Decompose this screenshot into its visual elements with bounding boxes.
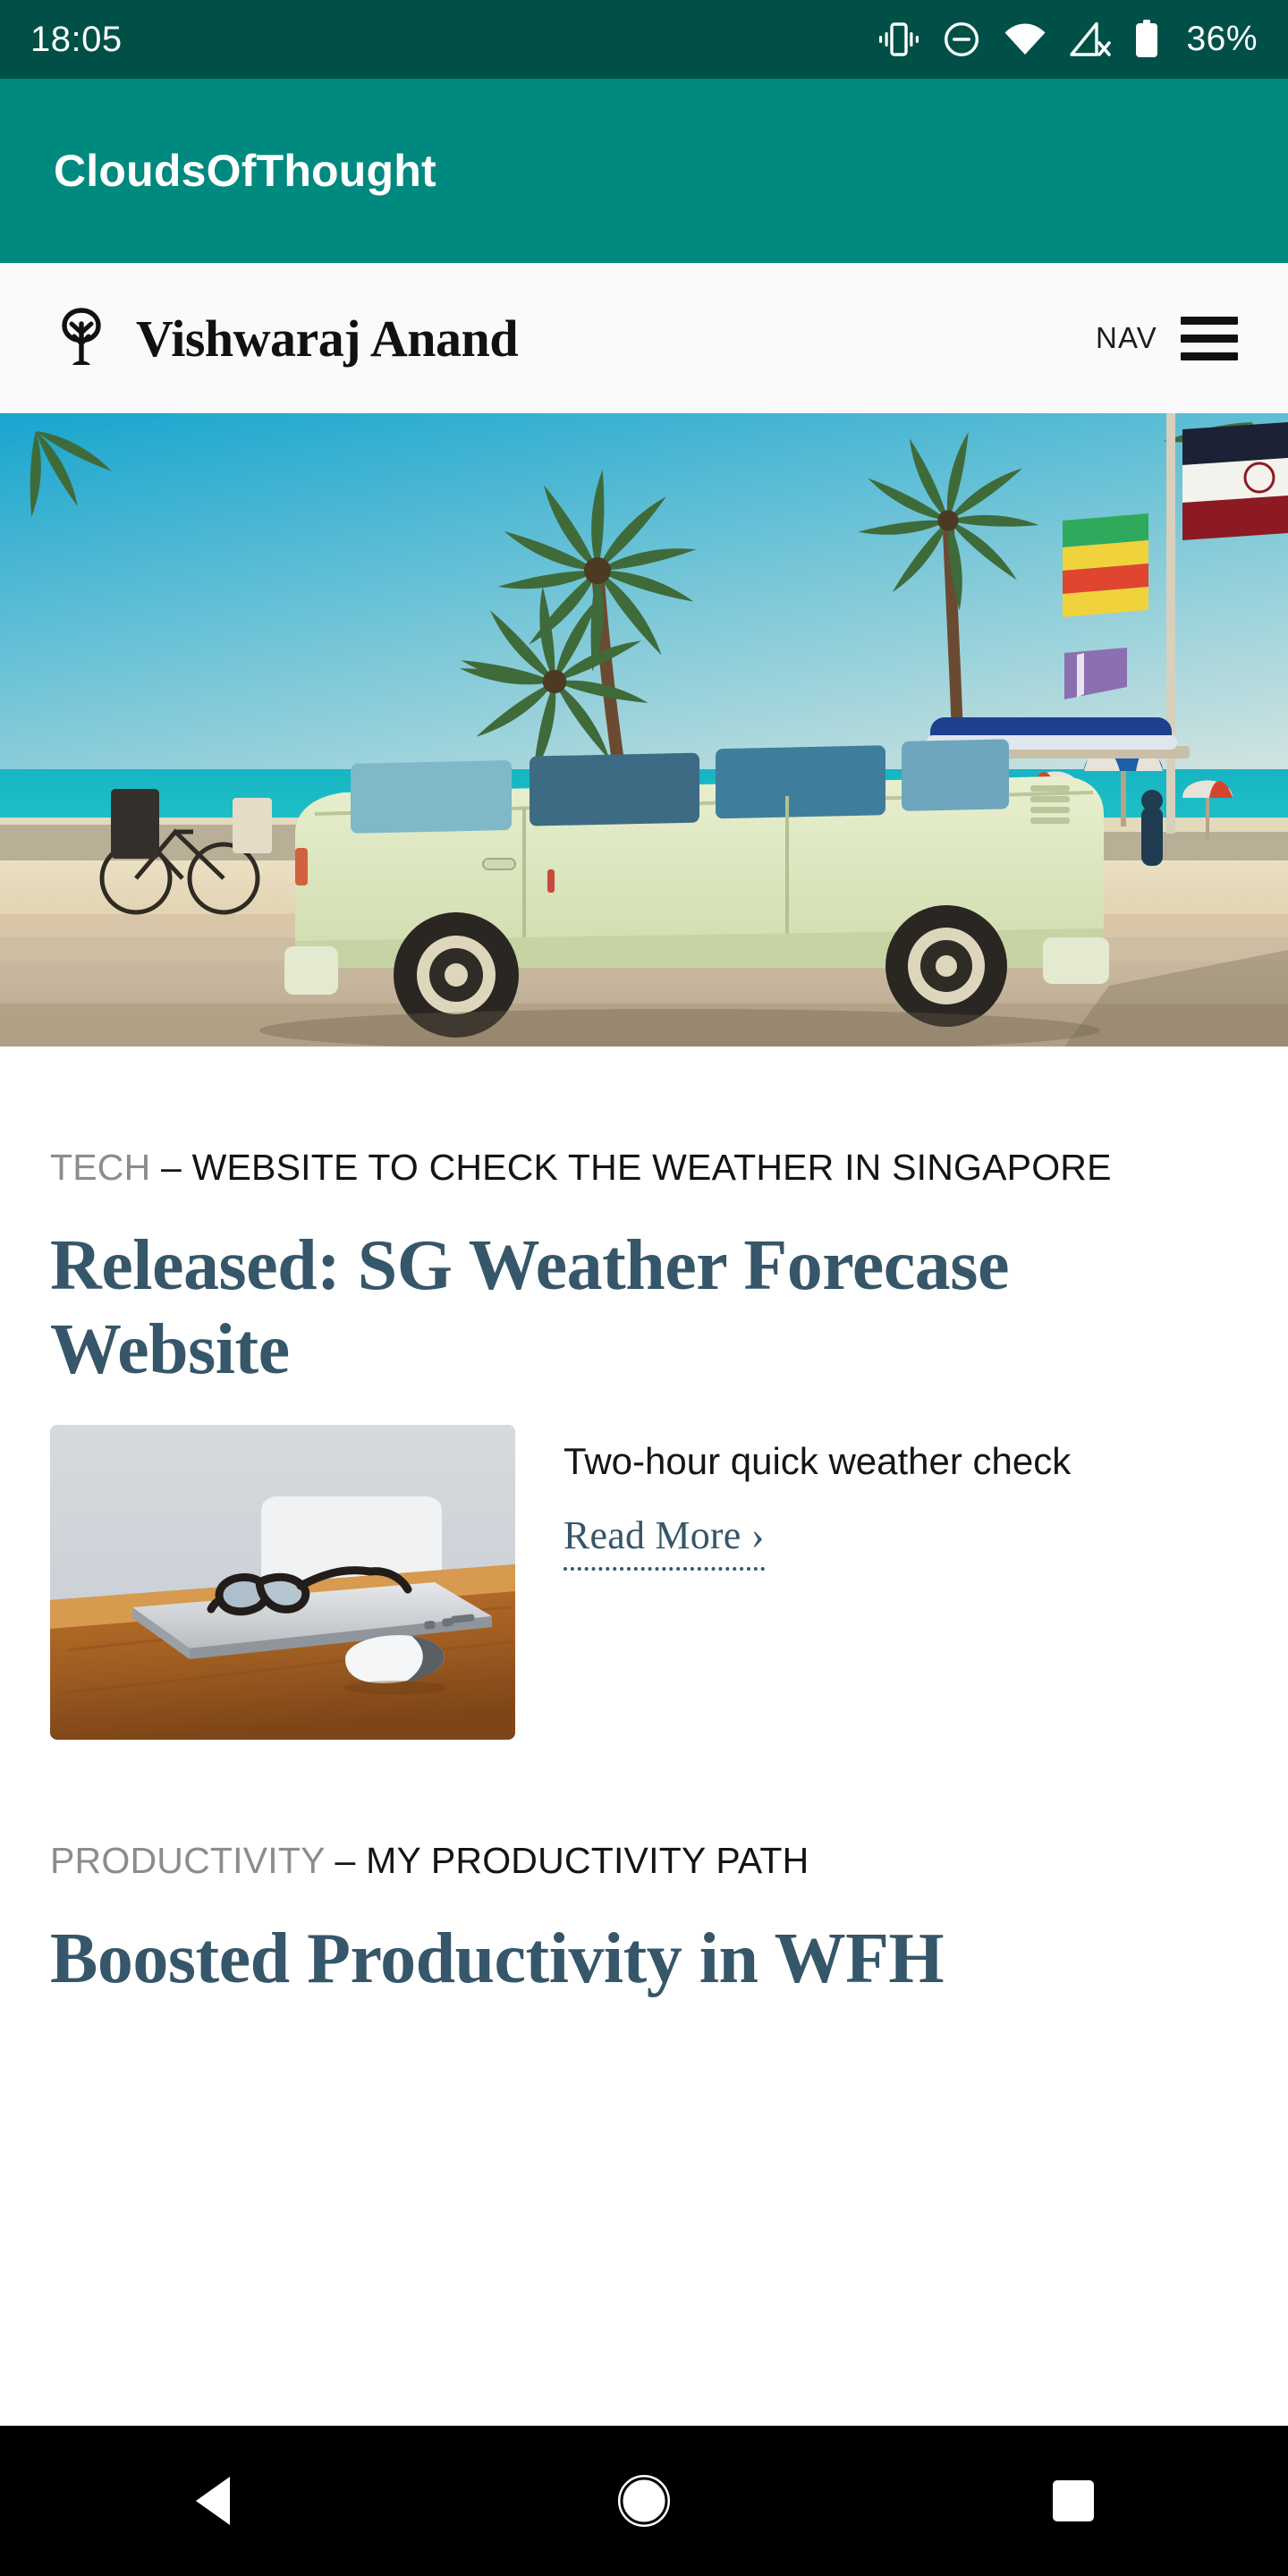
post-title[interactable]: Released: SG Weather Forecase Website	[50, 1224, 1238, 1393]
do-not-disturb-icon	[943, 21, 980, 58]
status-bar: 18:05 36%	[0, 0, 1288, 79]
post-thumbnail[interactable]	[50, 1424, 515, 1740]
brand-name: Vishwaraj Anand	[136, 309, 519, 368]
post-title[interactable]: Boosted Productivity in WFH	[50, 1917, 1238, 2001]
android-nav-bar	[0, 2426, 1288, 2576]
post-card[interactable]: PRODUCTIVITY – MY PRODUCTIVITY PATH Boos…	[0, 1838, 1288, 2001]
recents-icon[interactable]	[984, 2426, 1163, 2576]
app-bar: CloudsOfThought	[0, 79, 1288, 263]
post-meta-separator: –	[324, 1839, 367, 1881]
post-text: Two-hour quick weather check Read More ›	[564, 1425, 1238, 1572]
post-feed: TECH – WEBSITE TO CHECK THE WEATHER IN S…	[0, 1046, 1288, 2001]
tree-icon	[50, 306, 113, 370]
status-icon-group: 36%	[878, 20, 1258, 59]
vibrate-icon	[878, 21, 919, 58]
hamburger-icon[interactable]	[1181, 316, 1238, 360]
read-more-link[interactable]: Read More ›	[564, 1513, 765, 1572]
hero-image	[0, 413, 1288, 1046]
brand-link[interactable]: Vishwaraj Anand	[50, 306, 519, 370]
post-meta: PRODUCTIVITY – MY PRODUCTIVITY PATH	[50, 1838, 1238, 1883]
battery-icon	[1134, 20, 1159, 59]
status-clock: 18:05	[30, 19, 123, 59]
post-card[interactable]: TECH – WEBSITE TO CHECK THE WEATHER IN S…	[0, 1145, 1288, 1740]
app-title: CloudsOfThought	[54, 146, 436, 196]
post-subtitle: MY PRODUCTIVITY PATH	[366, 1839, 809, 1881]
home-icon[interactable]	[555, 2426, 733, 2576]
nav-toggle[interactable]: NAV	[1095, 316, 1238, 360]
post-excerpt: Two-hour quick weather check	[564, 1439, 1072, 1482]
post-category[interactable]: PRODUCTIVITY	[50, 1840, 325, 1881]
phone-screen: 18:05 36% CloudsOfThought Vishwaraj Anan…	[0, 0, 1288, 2576]
battery-percent-label: 36%	[1186, 20, 1258, 58]
post-category[interactable]: TECH	[50, 1147, 150, 1188]
site-header: Vishwaraj Anand NAV	[0, 263, 1288, 413]
post-meta: TECH – WEBSITE TO CHECK THE WEATHER IN S…	[50, 1145, 1238, 1190]
back-icon[interactable]	[125, 2426, 304, 2576]
cellular-off-icon	[1070, 21, 1112, 57]
post-meta-separator: –	[150, 1147, 192, 1188]
post-body: Two-hour quick weather check Read More ›	[50, 1424, 1238, 1740]
wifi-icon	[1004, 21, 1046, 57]
post-subtitle: WEBSITE TO CHECK THE WEATHER IN SINGAPOR…	[191, 1147, 1112, 1188]
nav-label: NAV	[1095, 321, 1157, 354]
